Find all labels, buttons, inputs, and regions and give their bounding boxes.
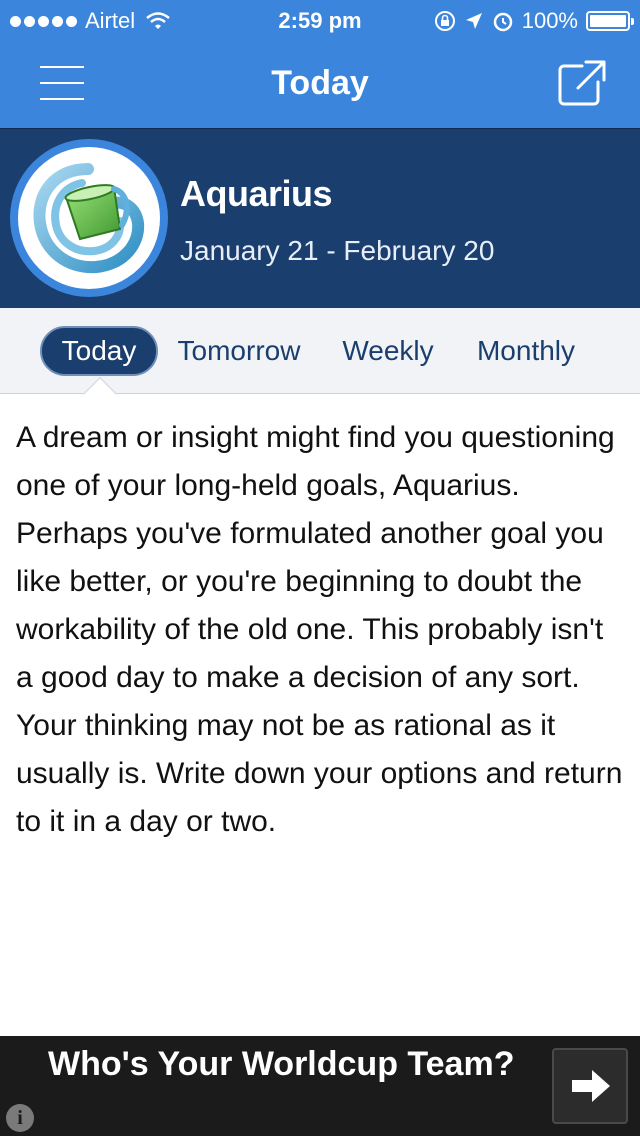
arrow-right-icon: [572, 1070, 610, 1102]
top-bar: Airtel 2:59 pm 100% Today: [0, 0, 640, 128]
sign-name: Aquarius: [180, 173, 333, 214]
tab-tomorrow[interactable]: Tomorrow: [172, 326, 306, 376]
ad-banner[interactable]: Who's Your Worldcup Team?: [0, 1036, 640, 1136]
status-right: 100%: [434, 8, 634, 34]
page-title: Today: [271, 64, 369, 102]
rotation-lock-icon: [434, 11, 455, 31]
sign-logo: [10, 139, 168, 297]
ad-headline[interactable]: Who's Your Worldcup Team?: [48, 1042, 528, 1086]
sign-header: Aquarius January 21 - February 20: [0, 128, 640, 308]
tab-monthly[interactable]: Monthly: [470, 326, 582, 376]
horoscope-text: A dream or insight might find you questi…: [16, 421, 623, 838]
sign-date-range: January 21 - February 20: [180, 235, 495, 266]
ad-arrow-button[interactable]: [552, 1048, 628, 1124]
external-share-icon: [558, 60, 606, 106]
location-arrow-icon: [465, 13, 482, 29]
battery-icon: [586, 11, 634, 31]
status-bar: Airtel 2:59 pm 100%: [0, 0, 640, 40]
tab-weekly[interactable]: Weekly: [334, 326, 442, 376]
battery-label: 100%: [521, 8, 578, 33]
aquarius-water-bearer-icon: [33, 163, 145, 274]
alarm-icon: [493, 12, 512, 32]
share-button[interactable]: [556, 58, 608, 108]
tab-today[interactable]: Today: [40, 326, 158, 376]
info-icon[interactable]: i: [6, 1104, 34, 1132]
